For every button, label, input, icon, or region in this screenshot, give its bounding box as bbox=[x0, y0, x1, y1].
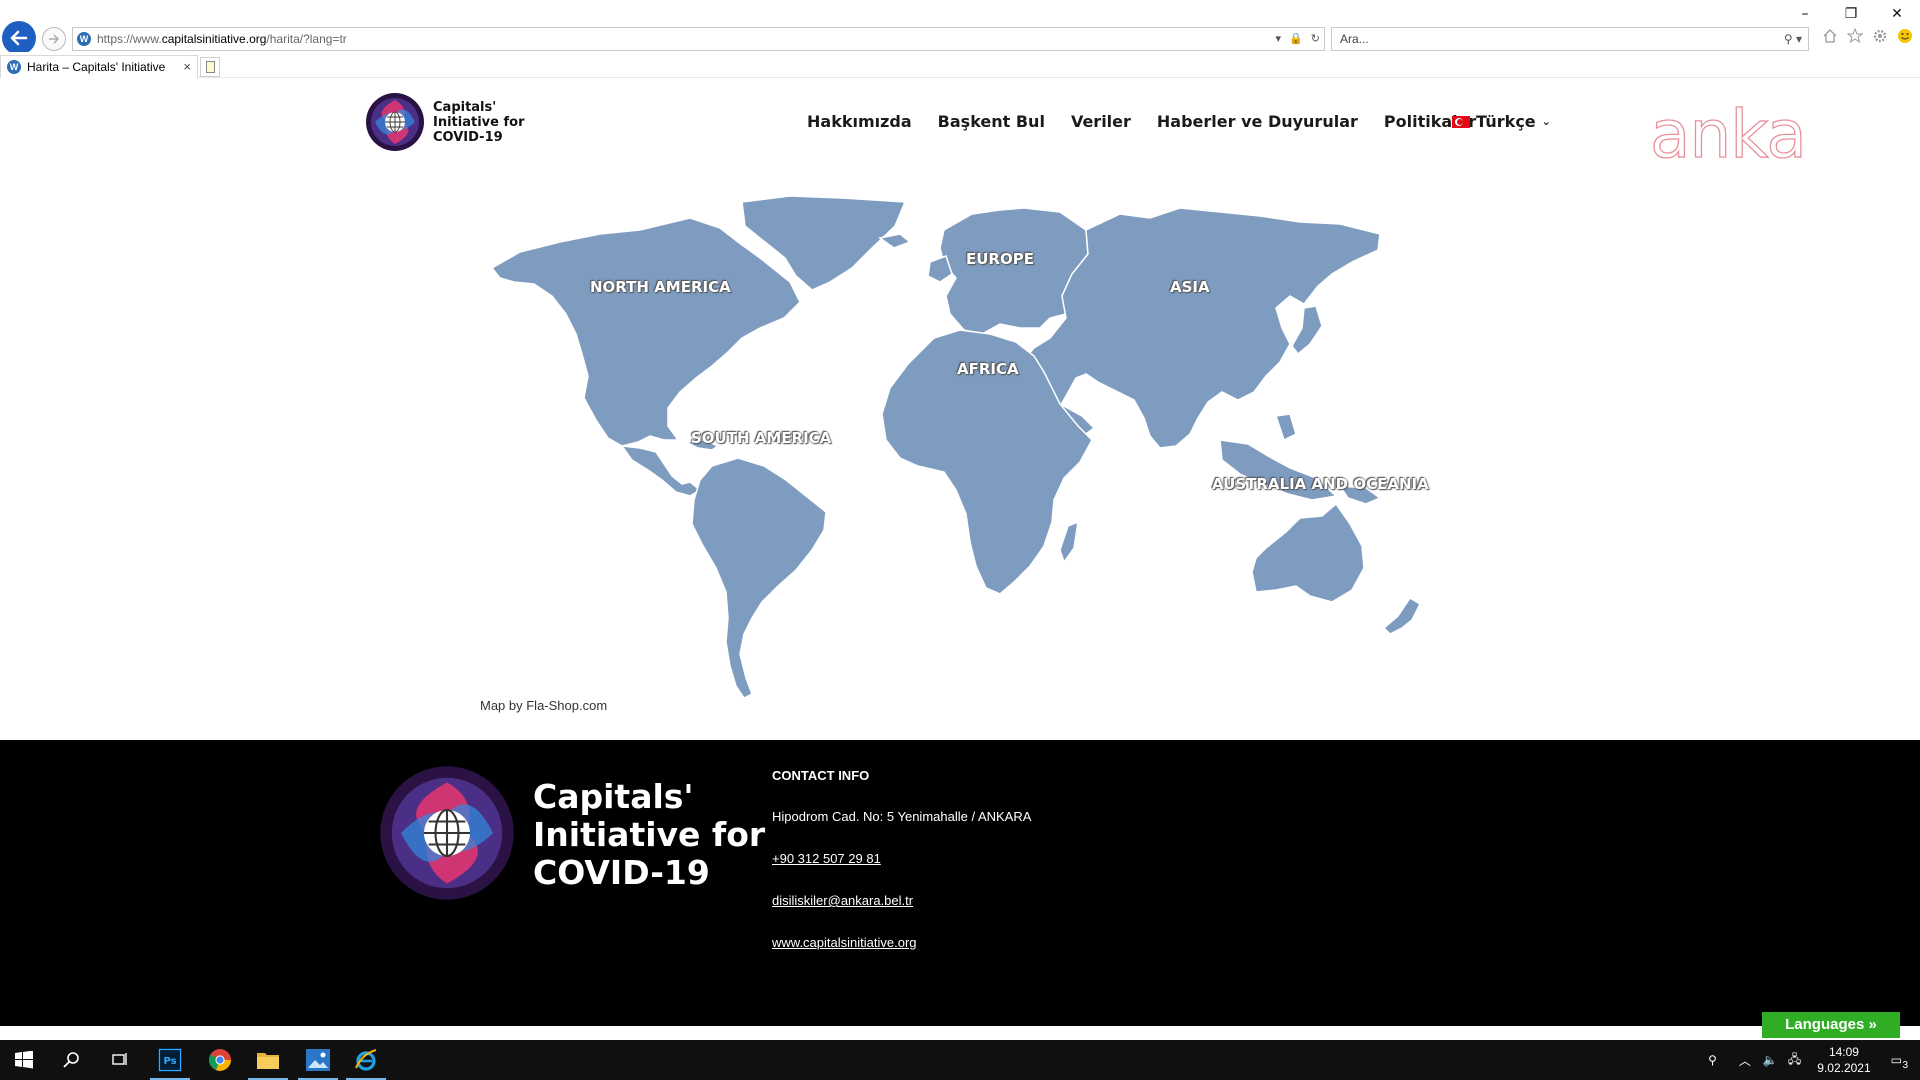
footer-logo-text: Capitals' Initiative for COVID-19 bbox=[533, 777, 766, 892]
virus-globe-logo-icon bbox=[366, 93, 424, 151]
back-arrow-icon bbox=[10, 30, 28, 46]
notifications-icon[interactable]: ▭ 3 bbox=[1891, 1053, 1908, 1071]
url-domain: capitalsinitiative.org bbox=[161, 32, 267, 46]
notification-count: 3 bbox=[1902, 1060, 1908, 1071]
nav-news[interactable]: Haberler ve Duyurular bbox=[1157, 112, 1358, 131]
tab-close-icon[interactable]: × bbox=[183, 59, 191, 74]
photoshop-icon[interactable]: Ps bbox=[146, 1040, 194, 1080]
logo-text: Capitals' Initiative for COVID-19 bbox=[433, 99, 525, 145]
forward-arrow-icon bbox=[49, 34, 60, 44]
start-icon[interactable] bbox=[0, 1040, 48, 1080]
footer-virus-globe-logo-icon bbox=[380, 766, 514, 900]
main-nav: Hakkımızda Başkent Bul Veriler Haberler … bbox=[807, 112, 1502, 131]
language-selector[interactable]: Türkçe ⌄ bbox=[1452, 112, 1551, 131]
nav-data[interactable]: Veriler bbox=[1071, 112, 1131, 131]
browser-tab[interactable]: W Harita – Capitals' Initiative × bbox=[0, 55, 198, 78]
restore-button[interactable]: ❐ bbox=[1828, 0, 1874, 28]
nav-about[interactable]: Hakkımızda bbox=[807, 112, 912, 131]
footer: Capitals' Initiative for COVID-19 CONTAC… bbox=[0, 740, 1920, 1026]
chrome-icon[interactable] bbox=[196, 1040, 244, 1080]
label-south-america[interactable]: SOUTH AMERICA bbox=[691, 429, 831, 447]
task-view-icon[interactable] bbox=[96, 1040, 144, 1080]
search-icon[interactable] bbox=[48, 1040, 96, 1080]
feedback-smiley-icon[interactable] bbox=[1897, 28, 1913, 44]
label-africa[interactable]: AFRICA bbox=[957, 360, 1019, 378]
contact-website-link[interactable]: www.capitalsinitiative.org bbox=[772, 935, 917, 950]
volume-icon[interactable]: 🔈 bbox=[1763, 1053, 1778, 1067]
language-label: Türkçe bbox=[1476, 112, 1536, 131]
home-icon[interactable] bbox=[1822, 28, 1838, 44]
label-oceania[interactable]: AUSTRALIA AND OCEANIA bbox=[1212, 475, 1429, 493]
turkey-flag-icon bbox=[1452, 115, 1470, 128]
file-explorer-icon[interactable] bbox=[244, 1040, 292, 1080]
label-north-america[interactable]: NORTH AMERICA bbox=[590, 278, 731, 296]
map-credit[interactable]: Map by Fla-Shop.com bbox=[480, 698, 607, 713]
world-map-section: NORTH AMERICA EUROPE ASIA AFRICA SOUTH A… bbox=[0, 178, 1920, 740]
languages-button[interactable]: Languages » bbox=[1762, 1012, 1900, 1038]
search-icon[interactable]: ⚲ ▾ bbox=[1784, 28, 1802, 50]
world-map bbox=[490, 195, 1421, 699]
region-south-america[interactable] bbox=[691, 457, 827, 699]
wordpress-favicon-icon: W bbox=[77, 32, 91, 46]
minimize-button[interactable]: – bbox=[1782, 0, 1828, 28]
new-tab-button[interactable] bbox=[200, 57, 220, 77]
contact-address: Hipodrom Cad. No: 5 Yenimahalle / ANKARA bbox=[772, 809, 1032, 824]
forward-button[interactable] bbox=[42, 27, 66, 51]
favorites-star-icon[interactable] bbox=[1846, 27, 1864, 44]
tab-title: Harita – Capitals' Initiative bbox=[27, 60, 166, 74]
refresh-icon[interactable]: ↻ bbox=[1311, 28, 1320, 50]
site-header: Capitals' Initiative for COVID-19 Hakkım… bbox=[0, 78, 1920, 178]
chevron-up-icon[interactable]: ︿ bbox=[1739, 1052, 1751, 1069]
region-central-america[interactable] bbox=[620, 445, 702, 497]
people-icon[interactable]: ⚲ bbox=[1708, 1053, 1717, 1067]
photos-icon[interactable] bbox=[294, 1040, 342, 1080]
region-australia[interactable] bbox=[1251, 502, 1365, 603]
region-new-zealand[interactable] bbox=[1382, 596, 1421, 635]
nav-find-capital[interactable]: Başkent Bul bbox=[938, 112, 1045, 131]
tab-strip: W Harita – Capitals' Initiative × bbox=[0, 52, 1920, 78]
contact-phone-link[interactable]: +90 312 507 29 81 bbox=[772, 851, 881, 866]
site-logo[interactable]: Capitals' Initiative for COVID-19 bbox=[365, 92, 524, 152]
contact-info: CONTACT INFO Hipodrom Cad. No: 5 Yenimah… bbox=[772, 768, 1031, 977]
address-bar[interactable]: W https://www.capitalsinitiative.org/har… bbox=[72, 27, 1325, 51]
region-north-america[interactable] bbox=[490, 217, 801, 447]
clock[interactable]: 14:09 9.02.2021 bbox=[1817, 1044, 1870, 1076]
screen: W https://www.capitalsinitiative.org/har… bbox=[0, 0, 1920, 1080]
taskbar: Ps ⚲ ︿ 🔈 🖧 14:09 9.02.2021 ▭ 3 bbox=[0, 1040, 1920, 1080]
clock-time: 14:09 bbox=[1828, 1045, 1859, 1059]
address-dropdown-icon[interactable]: ▾ bbox=[1276, 28, 1282, 50]
back-button[interactable] bbox=[2, 21, 36, 55]
chevron-down-icon: ⌄ bbox=[1541, 115, 1551, 128]
clock-date: 9.02.2021 bbox=[1817, 1061, 1871, 1075]
lock-icon[interactable]: 🔒 bbox=[1289, 28, 1303, 50]
settings-gear-icon[interactable] bbox=[1872, 28, 1888, 44]
search-placeholder: Ara... bbox=[1340, 32, 1369, 46]
region-philippines[interactable] bbox=[1275, 413, 1297, 442]
contact-title: CONTACT INFO bbox=[772, 768, 870, 783]
search-box[interactable]: Ara... ⚲ ▾ bbox=[1331, 27, 1809, 51]
region-madagascar[interactable] bbox=[1059, 520, 1079, 564]
url-prefix: https://www. bbox=[97, 32, 162, 46]
wordpress-tab-icon: W bbox=[7, 60, 21, 74]
anka-logo[interactable]: anka bbox=[1649, 95, 1807, 173]
region-japan[interactable] bbox=[1291, 305, 1323, 356]
label-asia[interactable]: ASIA bbox=[1170, 278, 1210, 296]
close-window-button[interactable]: ✕ bbox=[1874, 0, 1920, 28]
svg-text:Ps: Ps bbox=[163, 1056, 176, 1067]
url-path: /harita/?lang=tr bbox=[266, 32, 347, 46]
network-icon[interactable]: 🖧 bbox=[1788, 1050, 1801, 1071]
browser-toolbar: W https://www.capitalsinitiative.org/har… bbox=[0, 0, 1920, 55]
label-europe[interactable]: EUROPE bbox=[966, 250, 1034, 268]
internet-explorer-icon[interactable] bbox=[342, 1040, 390, 1080]
contact-email-link[interactable]: disiliskiler@ankara.bel.tr bbox=[772, 893, 913, 908]
new-tab-icon bbox=[206, 61, 215, 73]
system-tray: ⚲ ︿ 🔈 🖧 14:09 9.02.2021 ▭ 3 bbox=[1708, 1040, 1920, 1080]
